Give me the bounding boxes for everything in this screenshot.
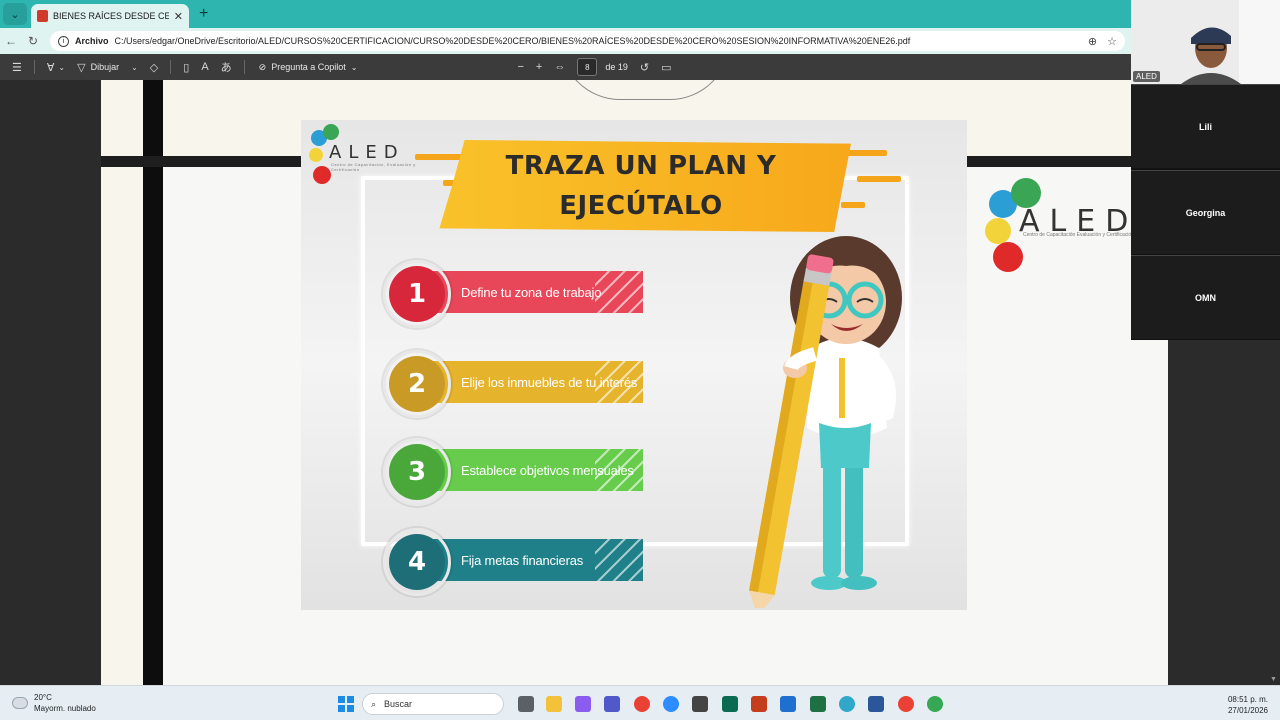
- step-label: Elije los inmuebles de tu interés: [461, 374, 638, 390]
- self-name-tag: ALED: [1133, 71, 1160, 82]
- weather-description: Mayorm. nublado: [34, 704, 96, 713]
- step-number-badge: 4: [383, 528, 451, 596]
- taskbar-search[interactable]: ⌕ Buscar: [362, 693, 504, 715]
- step-label: Define tu zona de trabajo: [461, 284, 602, 300]
- rotate-icon[interactable]: ↺: [640, 61, 649, 74]
- translate-icon[interactable]: あ: [221, 59, 232, 75]
- step-label: Establece objetivos mensuales: [461, 462, 634, 478]
- participant-tile-omn[interactable]: OMN: [1131, 255, 1280, 339]
- chrome-icon[interactable]: [634, 696, 650, 712]
- slide-title-line1: TRAZA UN PLAN Y: [505, 151, 777, 181]
- favorite-star-icon[interactable]: ☆: [1107, 35, 1117, 48]
- copilot-label: Pregunta a Copilot: [271, 62, 346, 72]
- edge-icon[interactable]: [839, 696, 855, 712]
- zoom-out-icon[interactable]: −: [517, 61, 523, 73]
- url-text: C:/Users/edgar/OneDrive/Escritorio/ALED/…: [114, 36, 911, 46]
- powerpoint-icon[interactable]: [751, 696, 767, 712]
- draw-button[interactable]: Dibujar: [91, 62, 120, 72]
- close-icon[interactable]: ✕: [174, 10, 183, 23]
- copilot-app-icon[interactable]: [575, 696, 591, 712]
- step-label: Fija metas financieras: [461, 552, 584, 568]
- file-explorer-icon[interactable]: [546, 696, 562, 712]
- clock-time: 08:51 p. m.: [1227, 695, 1268, 704]
- chevron-down-icon: ⌄: [350, 62, 358, 72]
- pdf-toolbar: ☰ ∀ ⌄ ▽ Dibujar ⌄ ◇ ▯ A あ ⊘ Pregunta a C…: [0, 54, 1131, 80]
- read-aloud-icon[interactable]: A: [201, 61, 208, 73]
- scroll-down-icon[interactable]: ▼: [1270, 676, 1277, 683]
- tab-title: BIENES RAÍCES DESDE CERO SESIÓ: [53, 11, 169, 21]
- highlight-icon[interactable]: ∀: [47, 61, 55, 74]
- girl-with-pencil-illustration: [749, 236, 902, 608]
- step-number: 3: [389, 444, 445, 500]
- aled-slide-logo-subtitle: Centro de Capacitación, Evaluación y Cer…: [331, 162, 416, 172]
- publisher-icon[interactable]: [722, 696, 738, 712]
- contents-icon[interactable]: ☰: [12, 61, 22, 74]
- self-video-tile[interactable]: ALED: [1131, 0, 1280, 84]
- step-number: 1: [389, 266, 445, 322]
- word-icon[interactable]: [868, 696, 884, 712]
- draw-icon[interactable]: ▽: [77, 61, 85, 74]
- new-tab-button[interactable]: +: [199, 5, 208, 23]
- teams-icon[interactable]: [604, 696, 620, 712]
- page-total-label: de 19: [605, 62, 628, 72]
- eraser-icon[interactable]: ◇: [150, 61, 158, 74]
- fit-width-icon[interactable]: ⇔: [554, 61, 565, 73]
- step-item: 4 Fija metas financieras: [383, 528, 645, 596]
- step-number: 4: [389, 534, 445, 590]
- aled-page-logo: ALED Centro de Capacitación Evaluación y…: [985, 178, 1135, 278]
- copilot-icon: ⊘: [258, 61, 267, 72]
- chevron-down-icon[interactable]: ⌄: [131, 63, 138, 72]
- task-view-icon[interactable]: [518, 696, 534, 712]
- windows-start-icon[interactable]: [338, 696, 354, 712]
- clock-date: 27/01/2026: [1227, 706, 1268, 715]
- step-number-badge: 1: [383, 260, 451, 328]
- system-clock[interactable]: 08:51 p. m. 27/01/2026: [1228, 694, 1268, 716]
- page-view-icon[interactable]: ▯: [183, 61, 189, 74]
- weather-widget[interactable]: 20°C Mayorm. nublado: [12, 692, 96, 714]
- back-icon[interactable]: ←: [0, 34, 22, 48]
- zoom-app-icon[interactable]: [663, 696, 679, 712]
- page-number-input[interactable]: 8: [577, 58, 598, 76]
- slide-image: ALED Centro de Capacitación, Evaluación …: [301, 120, 967, 610]
- chrome-profile-icon[interactable]: [898, 696, 914, 712]
- search-placeholder: Buscar: [384, 699, 413, 709]
- search-icon: ⌕: [371, 698, 377, 709]
- chevron-down-icon[interactable]: ⌄: [58, 63, 65, 72]
- windows-taskbar: 20°C Mayorm. nublado ⌕ Buscar 08:51 p. m…: [0, 685, 1280, 720]
- excel-icon[interactable]: [810, 696, 826, 712]
- zoom-icon[interactable]: ⊕: [1088, 35, 1097, 48]
- step-item: 1 Define tu zona de trabajo: [383, 260, 645, 328]
- refresh-icon[interactable]: ↻: [22, 34, 44, 48]
- store-icon[interactable]: [692, 696, 708, 712]
- info-icon[interactable]: i: [58, 35, 69, 47]
- step-number-badge: 3: [383, 438, 451, 506]
- address-bar: ← ↻ i Archivo C:/Users/edgar/OneDrive/Es…: [0, 28, 1131, 54]
- slide-title-line2: EJECÚTALO: [559, 191, 723, 221]
- browser-tab-bar: ⌄ BIENES RAÍCES DESDE CERO SESIÓ ✕ +: [0, 0, 1131, 28]
- ask-copilot-button[interactable]: ⊘ Pregunta a Copilot ⌄: [259, 62, 358, 73]
- url-field[interactable]: i Archivo C:/Users/edgar/OneDrive/Escrit…: [50, 31, 1125, 51]
- browser-tab[interactable]: BIENES RAÍCES DESDE CERO SESIÓ ✕: [31, 4, 189, 28]
- url-scheme-label: Archivo: [75, 36, 109, 46]
- pdf-icon: [37, 10, 48, 22]
- aled-slide-logo-text: ALED: [329, 142, 405, 163]
- slide-title: TRAZA UN PLAN Y EJECÚTALO: [431, 146, 851, 226]
- temperature: 20°C: [34, 693, 52, 702]
- outlook-icon[interactable]: [780, 696, 796, 712]
- participant-tile-lili[interactable]: Lili: [1131, 84, 1280, 168]
- meeting-panel: ALED Lili Georgina OMN: [1131, 0, 1280, 340]
- two-page-icon[interactable]: ▭: [661, 61, 671, 74]
- tab-list-button[interactable]: ⌄: [3, 3, 27, 25]
- step-number: 2: [389, 356, 445, 412]
- cloud-icon: [12, 697, 28, 709]
- chrome-profile-2-icon[interactable]: [927, 696, 943, 712]
- aled-logo-subtitle: Centro de Capacitación Evaluación y Cert…: [1023, 232, 1134, 238]
- participant-tile-georgina[interactable]: Georgina: [1131, 170, 1280, 254]
- step-item: 3 Establece objetivos mensuales: [383, 438, 645, 506]
- aled-slide-logo: ALED Centro de Capacitación, Evaluación …: [307, 124, 417, 184]
- step-item: 2 Elije los inmuebles de tu interés: [383, 350, 645, 418]
- zoom-in-icon[interactable]: +: [536, 61, 542, 73]
- step-number-badge: 2: [383, 350, 451, 418]
